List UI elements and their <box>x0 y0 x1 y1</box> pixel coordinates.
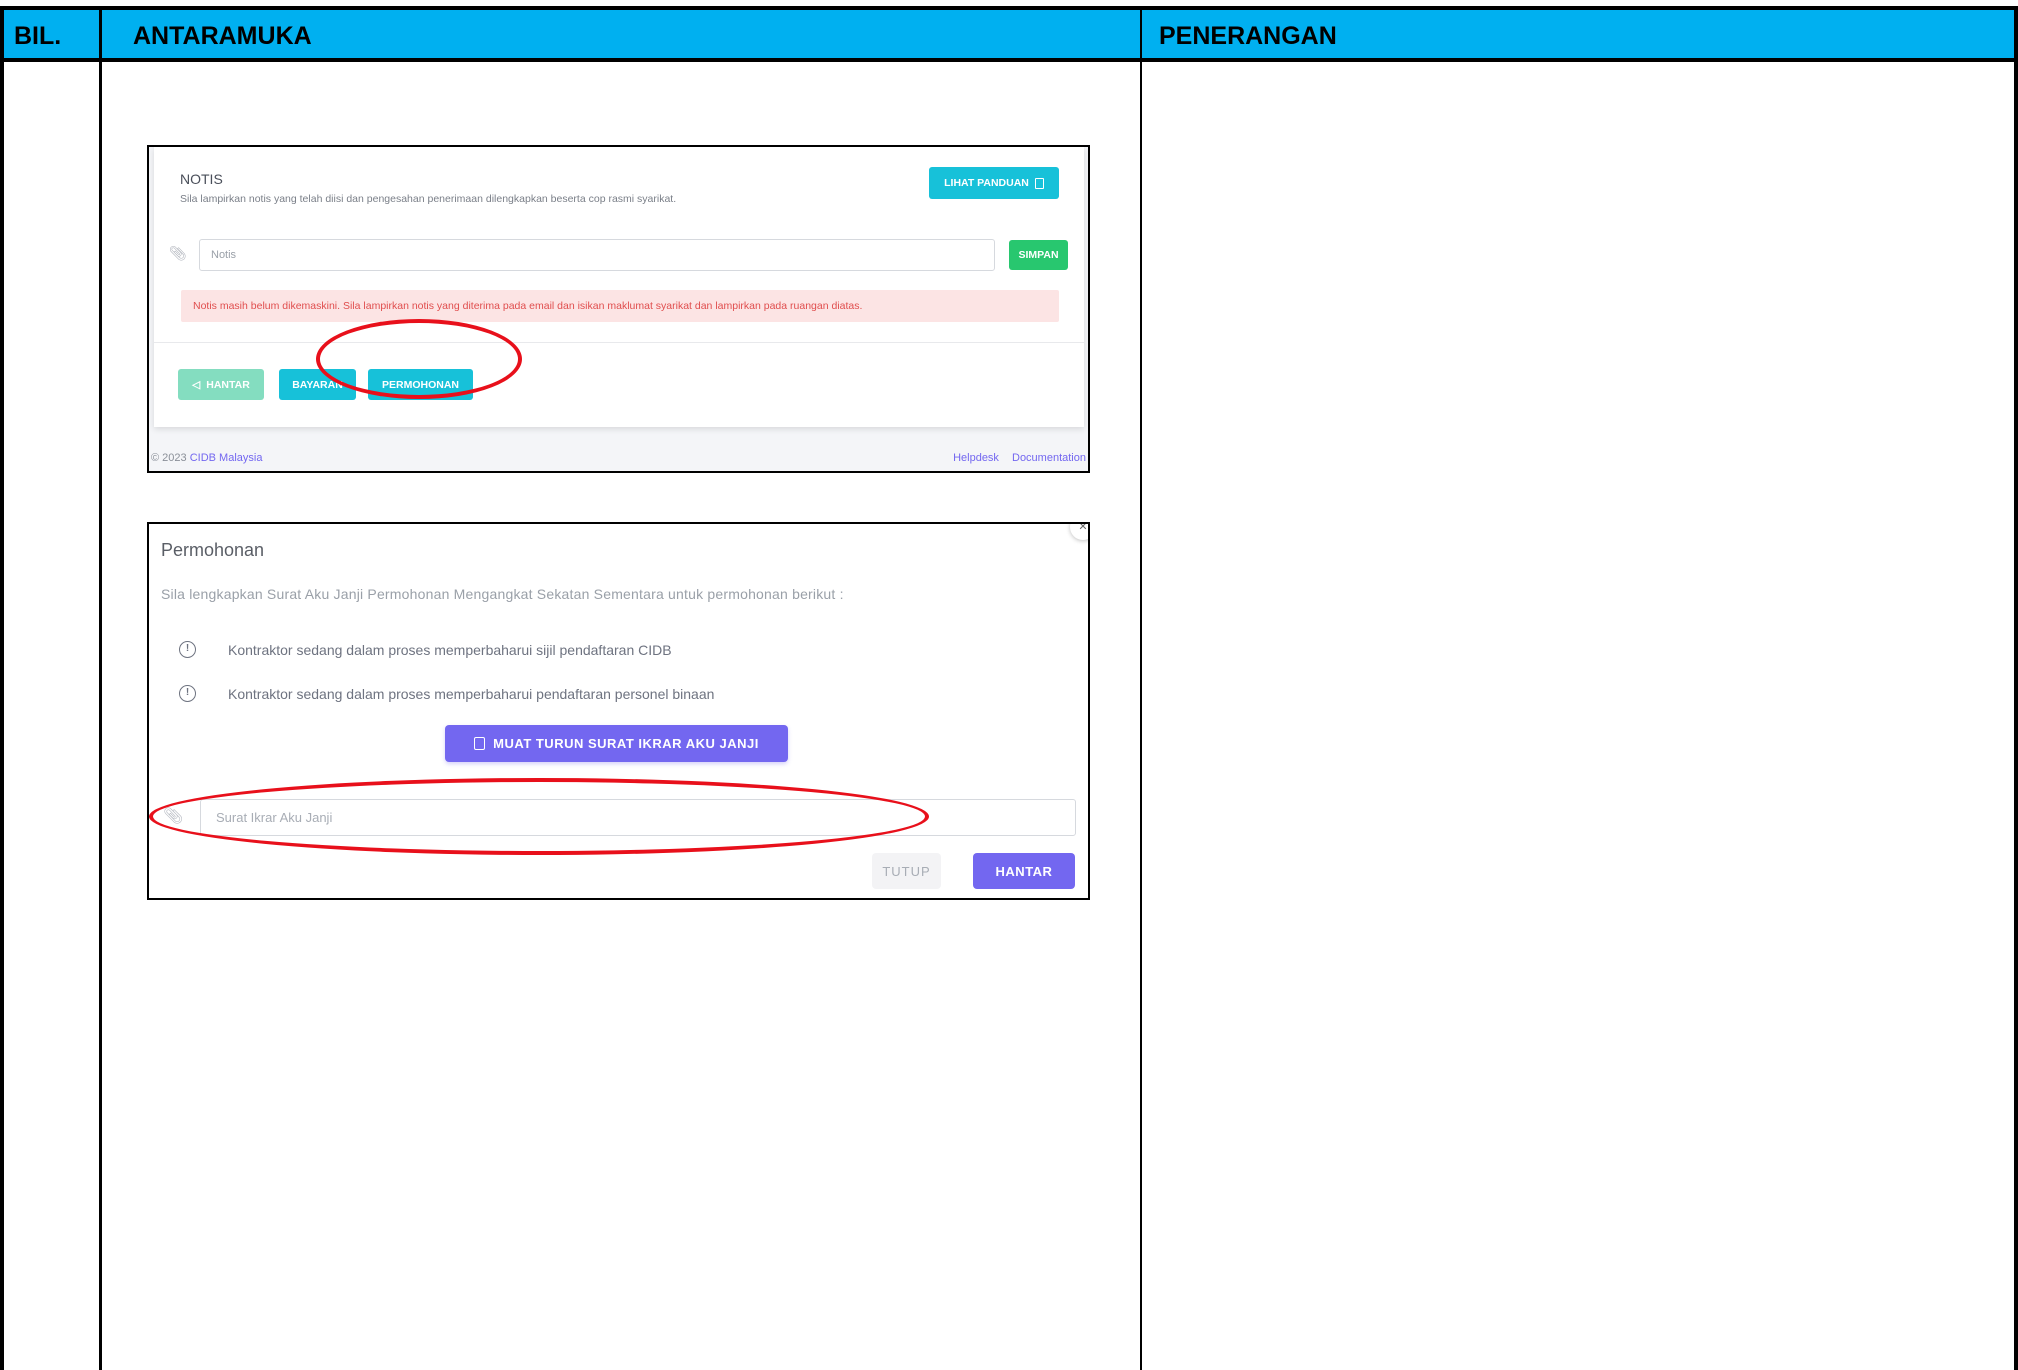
column-divider-1 <box>99 6 102 1370</box>
send-icon: ◁ <box>192 378 201 391</box>
permohonan-screenshot: ✕ Permohonan Sila lengkapkan Surat Aku J… <box>147 522 1090 900</box>
header-bil: BIL. <box>0 6 101 62</box>
notis-subtitle: Sila lampirkan notis yang telah diisi da… <box>180 193 677 205</box>
footer-links: Helpdesk Documentation <box>943 452 1086 464</box>
header-penerangan: PENERANGAN <box>1141 6 2018 62</box>
footer-copyright: © 2023 CIDB Malaysia <box>151 452 262 464</box>
permohonan-item-text: Kontraktor sedang dalam proses memperbah… <box>228 685 715 702</box>
cidb-link[interactable]: CIDB Malaysia <box>190 452 263 464</box>
info-icon: ! <box>179 685 196 702</box>
notis-card: NOTIS Sila lampirkan notis yang telah di… <box>154 147 1084 427</box>
permohonan-title: Permohonan <box>161 540 265 560</box>
table-border-right <box>2014 6 2018 1370</box>
paperclip-icon: 📎︎ <box>169 245 187 261</box>
annotation-circle-permohonan <box>316 319 522 399</box>
permohonan-item: ! Kontraktor sedang dalam proses memperb… <box>179 685 714 702</box>
bookmark-icon <box>1034 177 1044 189</box>
header-antaramuka: ANTARAMUKA <box>101 6 1141 62</box>
header-penerangan-label: PENERANGAN <box>1159 22 1337 50</box>
notis-alert: Notis masih belum dikemaskini. Sila lamp… <box>181 290 1059 322</box>
close-icon[interactable]: ✕ <box>1070 524 1088 540</box>
hantar-submit-button[interactable]: HANTAR <box>973 853 1075 889</box>
copyright-text: © 2023 <box>151 452 187 464</box>
lihat-panduan-button[interactable]: LIHAT PANDUAN <box>929 167 1059 199</box>
permohonan-item-text: Kontraktor sedang dalam proses memperbah… <box>228 641 672 658</box>
info-icon: ! <box>179 641 196 658</box>
table-border-left <box>0 6 4 1370</box>
helpdesk-link[interactable]: Helpdesk <box>953 452 999 464</box>
download-file-icon <box>474 737 486 750</box>
lihat-panduan-label: LIHAT PANDUAN <box>944 177 1029 189</box>
divider <box>154 342 1084 343</box>
documentation-link[interactable]: Documentation <box>1012 452 1086 464</box>
notis-screenshot: NOTIS Sila lampirkan notis yang telah di… <box>147 145 1090 473</box>
muat-turun-label: MUAT TURUN SURAT IKRAR AKU JANJI <box>493 736 759 751</box>
hantar-button[interactable]: ◁ HANTAR <box>178 369 264 400</box>
hantar-label: HANTAR <box>206 378 250 391</box>
muat-turun-button[interactable]: MUAT TURUN SURAT IKRAR AKU JANJI <box>445 725 788 762</box>
notis-title: NOTIS <box>180 171 223 187</box>
notis-file-input[interactable]: Notis <box>199 239 995 271</box>
header-bil-label: BIL. <box>14 22 62 50</box>
header-antaramuka-label: ANTARAMUKA <box>133 22 312 50</box>
permohonan-subtitle: Sila lengkapkan Surat Aku Janji Permohon… <box>161 586 844 602</box>
simpan-button[interactable]: SIMPAN <box>1009 240 1068 270</box>
tutup-button[interactable]: TUTUP <box>872 853 941 889</box>
annotation-ellipse-ikrar-input <box>149 778 929 855</box>
column-divider-2 <box>1140 6 1142 1370</box>
permohonan-item: ! Kontraktor sedang dalam proses memperb… <box>179 641 672 658</box>
